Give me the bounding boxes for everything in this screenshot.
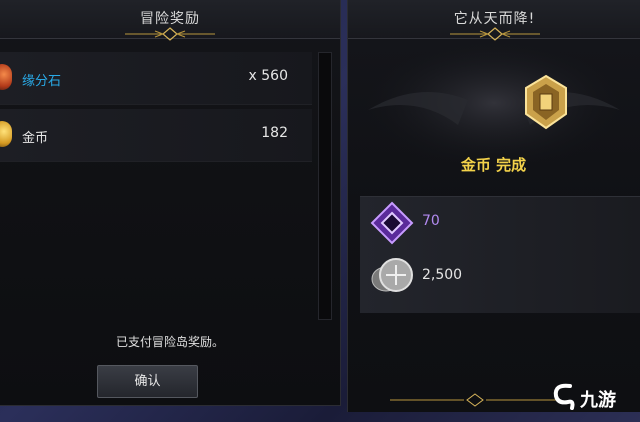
confirm-button[interactable]: 确认 — [97, 365, 198, 398]
purple-gem-icon — [370, 201, 414, 245]
paid-message: 已支付冒险岛奖励。 — [115, 335, 224, 349]
drop-reward-list: 70 2,500 — [360, 196, 640, 313]
coin-icon — [0, 121, 12, 147]
footer-ornament-icon — [390, 393, 560, 407]
reward-value: 2,500 — [422, 267, 463, 283]
panel-header: 它从天而降! — [348, 0, 640, 41]
gem-icon — [0, 64, 12, 90]
watermark-text: 九游 — [580, 390, 616, 411]
completion-status: 金币 完成 — [460, 156, 527, 174]
jiuyou-logo-icon — [553, 383, 575, 410]
item-name: 金币 — [22, 131, 49, 146]
header-ornament-icon — [125, 27, 215, 41]
medal-icon — [525, 74, 567, 130]
panel-title: 冒险奖励 — [140, 11, 200, 27]
reward-value: 70 — [422, 213, 440, 229]
scrollbar[interactable] — [318, 52, 332, 320]
panel-header: 冒险奖励 — [0, 0, 340, 41]
list-item[interactable]: 缘分石 x 560 — [0, 52, 312, 105]
reward-list[interactable]: 缘分石 x 560 金币 182 — [0, 52, 312, 166]
item-quantity: x 560 — [248, 68, 288, 84]
header-ornament-icon — [449, 27, 540, 41]
wing-decoration-icon — [354, 40, 634, 180]
coin-stack-icon — [371, 258, 413, 292]
panel-title: 它从天而降! — [453, 11, 536, 27]
list-item[interactable]: 金币 182 — [0, 109, 312, 162]
item-quantity: 182 — [261, 125, 288, 141]
adventure-reward-panel: 冒险奖励 缘分石 x 560 金币 182 已支付冒险岛奖励。 确认 — [0, 0, 341, 406]
item-name: 缘分石 — [22, 74, 62, 89]
